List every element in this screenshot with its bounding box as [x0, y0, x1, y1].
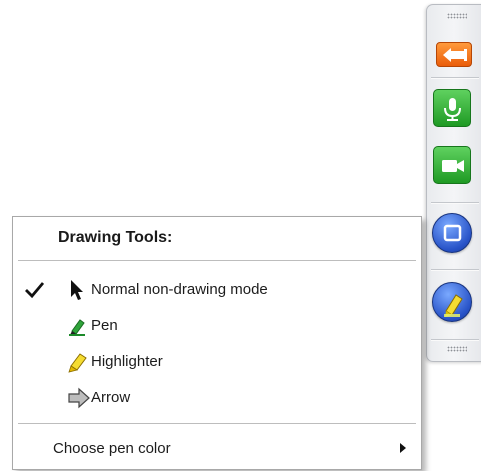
toolbar-divider — [431, 77, 479, 79]
toolbar-bottom-grip[interactable] — [447, 346, 467, 352]
toolbar-divider — [431, 339, 479, 341]
menu-item-normal-mode[interactable]: Normal non-drawing mode — [15, 272, 419, 306]
stop-button[interactable] — [432, 213, 472, 253]
menu-item-label: Highlighter — [91, 353, 163, 370]
arrow-icon — [68, 387, 90, 409]
drawing-tools-button[interactable] — [432, 282, 472, 322]
toolbar-divider — [431, 202, 479, 204]
menu-item-label: Pen — [91, 317, 118, 334]
checkmark-icon — [25, 282, 45, 299]
exit-arrow-icon — [443, 48, 467, 62]
cursor-arrow-icon — [71, 280, 83, 300]
menu-title: Drawing Tools: — [58, 229, 173, 246]
pen-icon — [69, 319, 85, 336]
microphone-button[interactable] — [433, 89, 471, 127]
menu-item-highlighter[interactable]: Highlighter — [15, 344, 419, 378]
toolbar-divider — [431, 269, 479, 271]
camera-button[interactable] — [433, 146, 471, 184]
video-camera-icon — [442, 160, 464, 172]
highlighter-icon — [68, 353, 87, 373]
menu-item-choose-pen-color[interactable]: Choose pen color — [15, 431, 419, 465]
menu-item-label: Normal non-drawing mode — [91, 281, 268, 298]
exit-button[interactable] — [436, 42, 472, 67]
menu-item-label: Choose pen color — [53, 440, 171, 457]
menu-separator — [18, 423, 416, 424]
stop-square-icon — [443, 224, 462, 242]
toolbar-top-grip[interactable] — [447, 13, 467, 19]
menu-separator — [18, 260, 416, 261]
floating-toolbar — [426, 4, 481, 362]
menu-item-pen[interactable]: Pen — [15, 308, 419, 342]
menu-item-label: Arrow — [91, 389, 131, 406]
drawing-tools-menu: Drawing Tools: Normal non-drawing mode P… — [12, 216, 422, 470]
microphone-icon — [444, 98, 461, 121]
menu-item-arrow[interactable]: Arrow — [15, 380, 419, 414]
highlighter-icon — [444, 294, 463, 317]
submenu-arrow-icon — [400, 443, 406, 453]
